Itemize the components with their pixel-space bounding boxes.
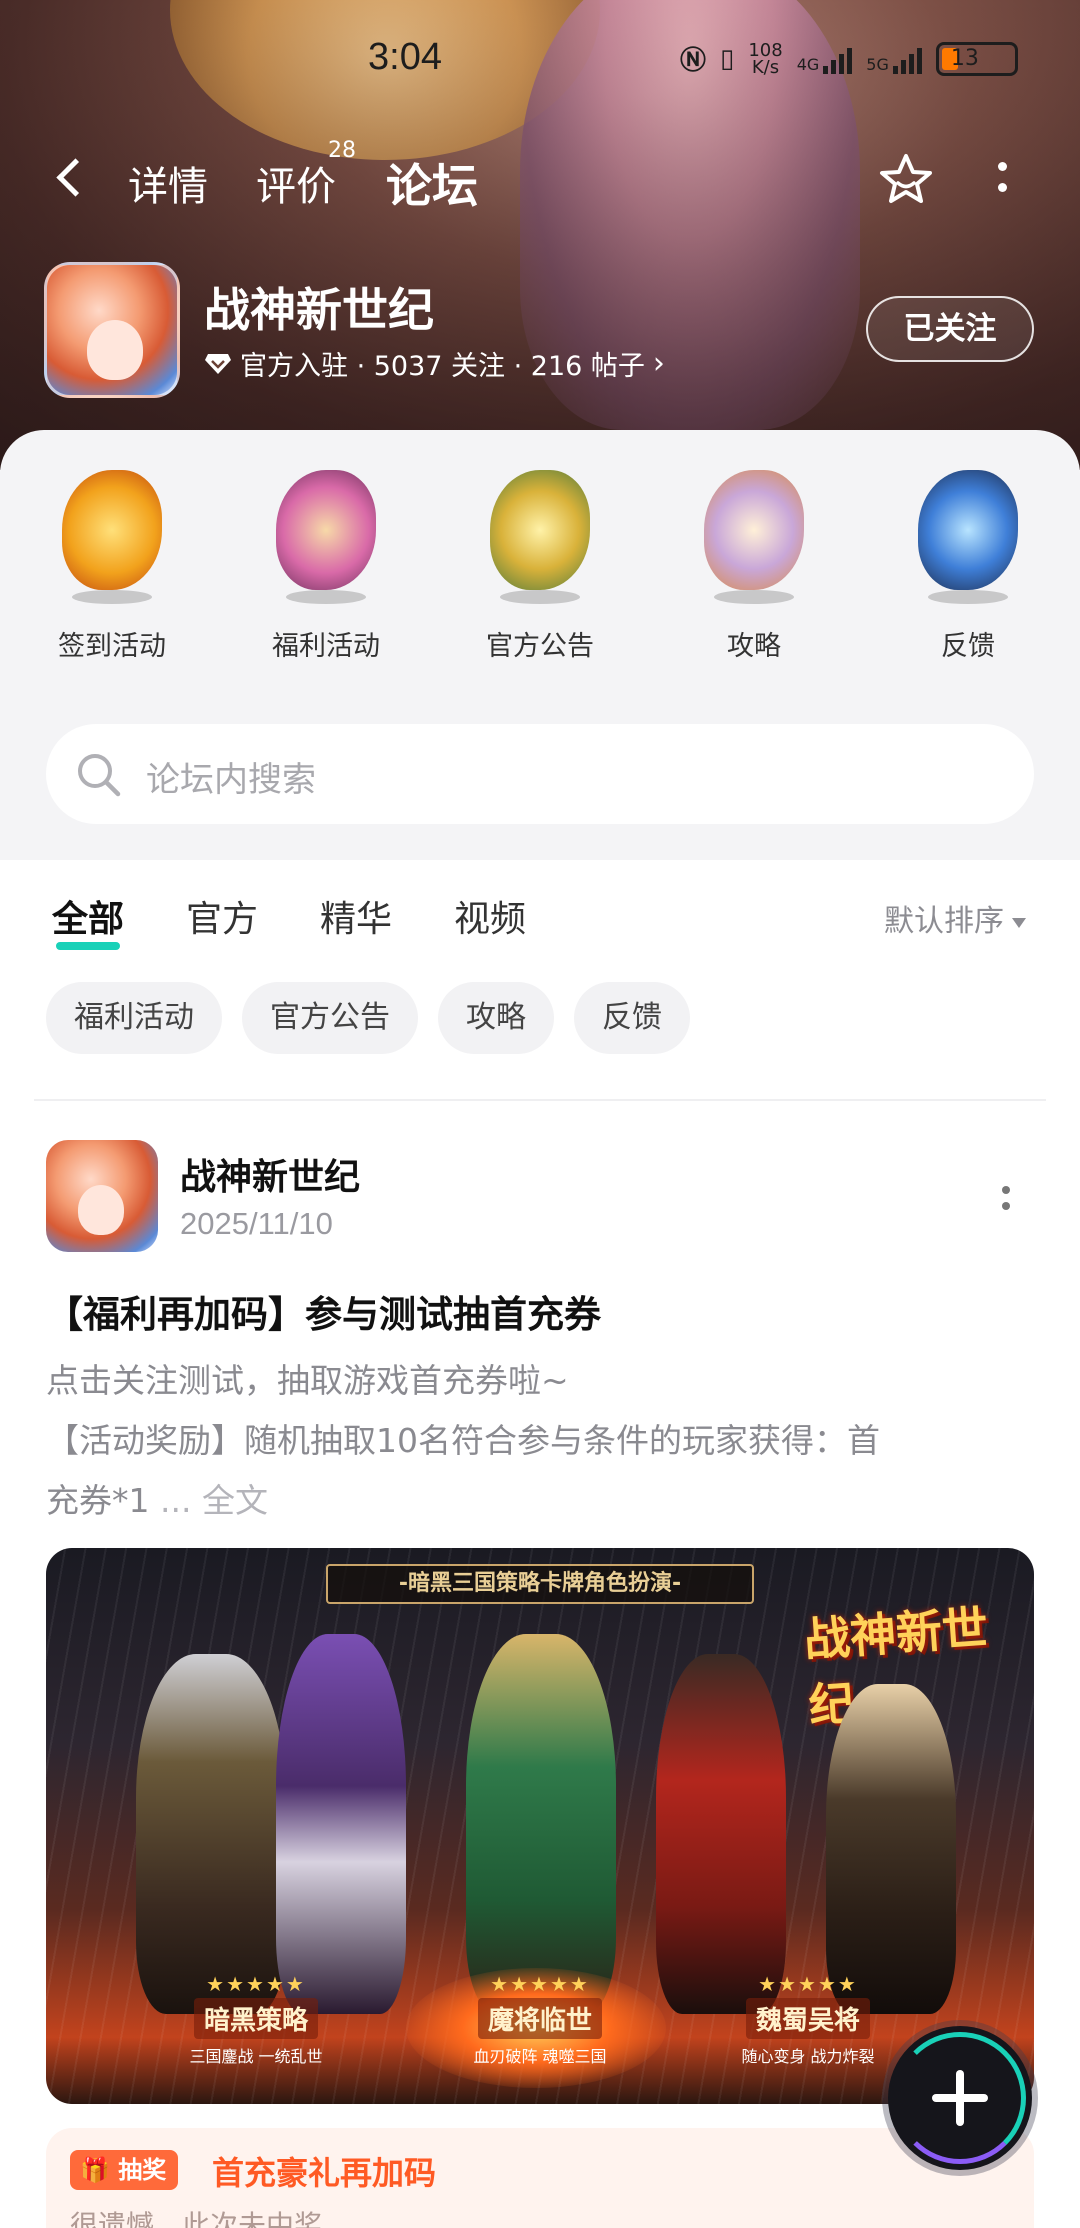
filter-tabs: 全部 官方 精华 视频 默认排序: [0, 860, 1080, 970]
post-title[interactable]: 【福利再加码】参与测试抽首充券: [46, 1284, 601, 1338]
net-speed: 108 K/s: [748, 39, 783, 78]
followed-button[interactable]: 已关注: [866, 296, 1034, 362]
post-author-name[interactable]: 战神新世纪: [180, 1148, 360, 1200]
tab-reviews[interactable]: 评价: [256, 154, 336, 212]
filter-tab-official[interactable]: 官方: [186, 890, 258, 942]
quick-entry-announcement[interactable]: 官方公告: [450, 460, 630, 663]
vibrate-icon: ▯: [720, 43, 735, 74]
tab-details[interactable]: 详情: [128, 154, 208, 212]
post-body-line: 充券*1 ... 全文: [46, 1481, 268, 1520]
post-body-line: 点击关注测试，抽取游戏首充券啦~: [46, 1361, 569, 1400]
chip-guide[interactable]: 攻略: [438, 982, 554, 1054]
chevron-right-icon: ›: [652, 346, 665, 381]
post-author-avatar[interactable]: [46, 1140, 158, 1252]
more-options-icon[interactable]: [990, 162, 1014, 202]
award-badge: ★★★★★ 魔将临世 血刃破阵 魂噬三国: [473, 1972, 607, 2066]
quick-entry-feedback[interactable]: 反馈: [878, 460, 1058, 663]
quick-entry-checkin[interactable]: 签到活动: [22, 460, 202, 663]
dancer-warrior-icon: [256, 460, 396, 610]
lottery-title: 首充豪礼再加码: [212, 2154, 437, 2192]
hero-figure-5: [826, 1684, 956, 2014]
chip-welfare[interactable]: 福利活动: [46, 982, 222, 1054]
golden-dragon-warrior-icon: [470, 460, 610, 610]
award-badge: ★★★★★ 暗黑策略 三国鏖战 一统乱世: [189, 1972, 323, 2066]
post-date: 2025/11/10: [180, 1206, 333, 1241]
quick-entry-guide[interactable]: 攻略: [664, 460, 844, 663]
game-meta[interactable]: 官方入驻 · 5037 关注 · 216 帖子 ›: [204, 344, 665, 383]
forum-search-input[interactable]: 论坛内搜索: [46, 724, 1034, 824]
post-body-line: 【活动奖励】随机抽取10名符合参与条件的玩家获得：首: [46, 1421, 880, 1460]
hero-figure-3: [466, 1634, 616, 2014]
category-chips: 福利活动 官方公告 攻略 反馈: [46, 982, 690, 1054]
lottery-result: 很遗憾，此次未中奖: [70, 2209, 323, 2228]
nfc-icon: Ⓝ: [680, 46, 707, 76]
caret-down-icon: [1012, 917, 1026, 928]
quick-entries: 签到活动 福利活动 官方公告 攻略 反馈: [0, 460, 1080, 663]
top-nav-bar: 详情 评价 28 论坛: [0, 138, 1080, 220]
signal-5g-icon: 5G: [866, 44, 922, 74]
filter-tab-featured[interactable]: 精华: [320, 890, 392, 942]
status-time: 3:04: [368, 36, 442, 78]
battery-icon: 13: [935, 41, 1018, 76]
search-icon: [78, 754, 121, 797]
phoenix-warrior-icon: [42, 460, 182, 610]
filter-tab-video[interactable]: 视频: [454, 890, 526, 942]
create-post-button[interactable]: [888, 2026, 1032, 2170]
game-avatar[interactable]: [44, 262, 180, 398]
divider: [34, 1099, 1046, 1101]
dragon-mage-icon: [684, 460, 824, 610]
sort-dropdown[interactable]: 默认排序: [884, 896, 1026, 940]
chip-feedback[interactable]: 反馈: [574, 982, 690, 1054]
quick-entry-welfare[interactable]: 福利活动: [236, 460, 416, 663]
signal-4g-icon: 4G: [797, 44, 853, 74]
lottery-card[interactable]: 🎁 抽奖 首充豪礼再加码 很遗憾，此次未中奖: [46, 2128, 1034, 2228]
reviews-count-badge: 28: [328, 138, 356, 163]
chip-announcement[interactable]: 官方公告: [242, 982, 418, 1054]
game-info: 战神新世纪 官方入驻 · 5037 关注 · 216 帖子 › 已关注: [44, 262, 1044, 402]
award-badge: ★★★★★ 魏蜀吴将 随心变身 战力炸裂: [741, 1972, 875, 2066]
game-title: 战神新世纪: [204, 283, 434, 337]
image-banner-text: -暗黑三国策略卡牌角色扮演-: [326, 1564, 754, 1604]
post-image[interactable]: -暗黑三国策略卡牌角色扮演- 战神新世纪 ★★★★★ 暗黑策略 三国鏖战 一统乱…: [46, 1548, 1034, 2104]
tab-forum[interactable]: 论坛: [380, 150, 484, 216]
hero-figure-4: [656, 1654, 786, 2014]
favorite-star-icon[interactable]: [876, 150, 936, 210]
search-placeholder: 论坛内搜索: [146, 760, 316, 800]
status-bar: 3:04 Ⓝ ▯ 108 K/s 4G 5G 13: [0, 30, 1080, 98]
filter-tab-all[interactable]: 全部: [52, 890, 124, 950]
gift-icon: 🎁: [80, 2156, 110, 2184]
verified-diamond-icon: [205, 353, 231, 374]
blue-dragon-knight-icon: [898, 460, 1038, 610]
lottery-tag: 🎁 抽奖: [70, 2150, 179, 2190]
back-arrow-icon[interactable]: [52, 158, 92, 202]
read-full-link[interactable]: ... 全文: [150, 1481, 268, 1520]
hero-figure-2: [276, 1634, 406, 2014]
post-feed: 全部 官方 精华 视频 默认排序 福利活动 官方公告 攻略 反馈 战神新世纪 2…: [0, 860, 1080, 2228]
post-more-icon[interactable]: [1000, 1186, 1012, 1216]
status-icons: Ⓝ ▯ 108 K/s 4G 5G 13: [680, 40, 1018, 77]
game-meta-text: 官方入驻 · 5037 关注 · 216 帖子: [240, 351, 645, 382]
hero-figure-1: [136, 1654, 286, 2014]
